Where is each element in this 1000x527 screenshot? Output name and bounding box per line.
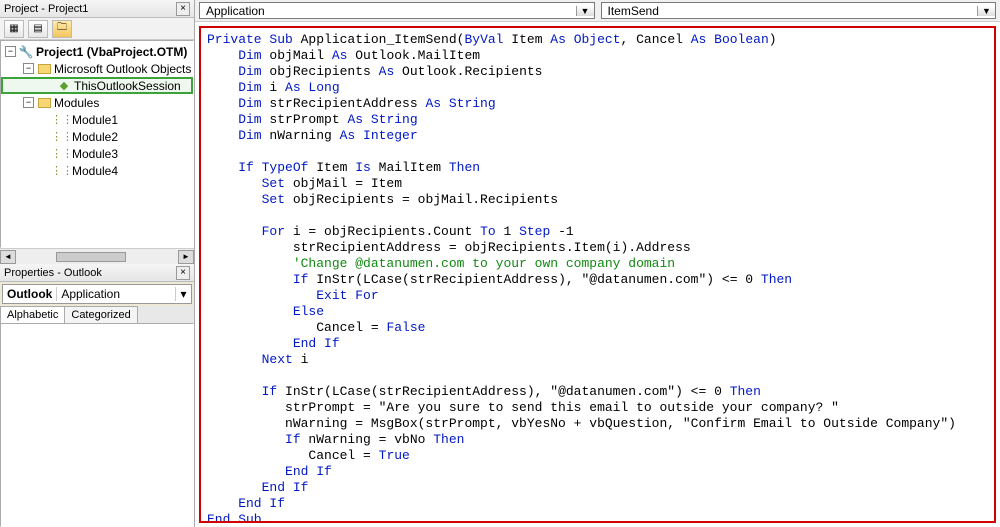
module-node[interactable]: ⋮⋮Module1 — [1, 111, 193, 128]
project-toolbar: ▦ ▤ 🗀 — [0, 18, 194, 40]
property-tabs: Alphabetic Categorized — [0, 306, 194, 323]
project-explorer-title: Project - Project1 — [4, 3, 176, 15]
scroll-left-icon[interactable]: ◄ — [0, 250, 16, 264]
class-icon: ◆ — [57, 79, 71, 93]
properties-grid[interactable] — [0, 323, 194, 527]
project-explorer-header: Project - Project1 × — [0, 0, 194, 18]
this-outlook-session-node[interactable]: ◆ ThisOutlookSession — [1, 77, 193, 94]
collapse-icon[interactable]: − — [23, 97, 34, 108]
object-combo[interactable]: Application ▼ — [199, 2, 595, 19]
horizontal-scrollbar[interactable]: ◄ ► — [0, 248, 194, 264]
chevron-down-icon[interactable]: ▼ — [977, 6, 995, 16]
module-node[interactable]: ⋮⋮Module2 — [1, 128, 193, 145]
modules-folder[interactable]: − Modules — [1, 94, 193, 111]
module-icon: ⋮⋮ — [55, 113, 69, 127]
code-text[interactable]: Private Sub Application_ItemSend(ByVal I… — [201, 28, 994, 523]
properties-title: Properties - Outlook — [4, 267, 176, 279]
tab-alphabetic[interactable]: Alphabetic — [0, 306, 65, 323]
view-code-button[interactable]: ▦ — [4, 20, 24, 38]
tab-categorized[interactable]: Categorized — [64, 306, 137, 323]
code-editor[interactable]: Private Sub Application_ItemSend(ByVal I… — [199, 26, 996, 523]
module-icon: ⋮⋮ — [55, 130, 69, 144]
project-icon: 🔧 — [19, 45, 33, 59]
module-icon: ⋮⋮ — [55, 147, 69, 161]
module-icon: ⋮⋮ — [55, 164, 69, 178]
folder-icon — [37, 96, 51, 110]
view-object-button[interactable]: ▤ — [28, 20, 48, 38]
collapse-icon[interactable]: − — [5, 46, 16, 57]
module-node[interactable]: ⋮⋮Module3 — [1, 145, 193, 162]
properties-header: Properties - Outlook × — [0, 264, 194, 282]
folder-icon — [37, 62, 51, 76]
close-icon[interactable]: × — [176, 2, 190, 16]
code-combo-bar: Application ▼ ItemSend ▼ — [195, 0, 1000, 22]
procedure-combo[interactable]: ItemSend ▼ — [601, 2, 997, 19]
collapse-icon[interactable]: − — [23, 63, 34, 74]
chevron-down-icon[interactable]: ▾ — [175, 287, 191, 301]
scroll-thumb[interactable] — [56, 252, 126, 262]
object-selector[interactable]: Outlook Application ▾ — [2, 284, 192, 304]
chevron-down-icon[interactable]: ▼ — [576, 6, 594, 16]
scroll-right-icon[interactable]: ► — [178, 250, 194, 264]
project-tree[interactable]: − 🔧 Project1 (VbaProject.OTM) − Microsof… — [0, 40, 194, 248]
project-root-node[interactable]: − 🔧 Project1 (VbaProject.OTM) — [1, 43, 193, 60]
module-node[interactable]: ⋮⋮Module4 — [1, 162, 193, 179]
close-icon[interactable]: × — [176, 266, 190, 280]
outlook-objects-folder[interactable]: − Microsoft Outlook Objects — [1, 60, 193, 77]
toggle-folders-button[interactable]: 🗀 — [52, 20, 72, 38]
